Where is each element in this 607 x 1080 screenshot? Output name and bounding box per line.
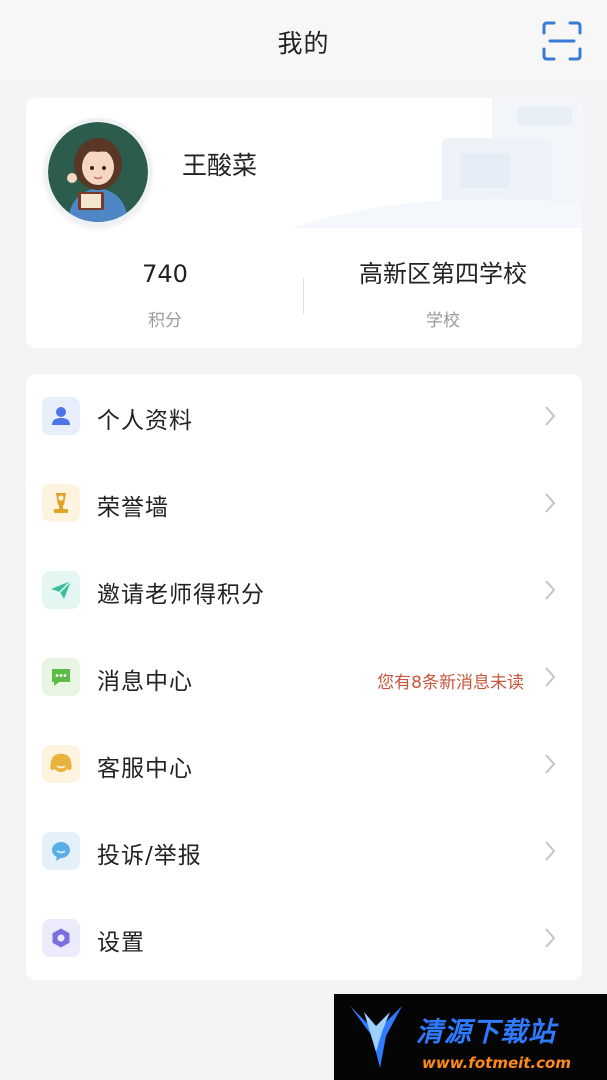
chat-bubble-icon	[42, 658, 80, 696]
headset-icon	[42, 745, 80, 783]
watermark-title: 清源下载站	[416, 1017, 556, 1048]
menu-item-label: 邀请老师得积分	[97, 582, 265, 608]
school-label: 学校	[426, 311, 460, 331]
menu-item-settings[interactable]: 设置	[26, 896, 582, 983]
menu-item-label: 设置	[97, 930, 145, 956]
menu-item-honor-wall[interactable]: 荣誉墙	[26, 461, 582, 548]
school-value: 高新区第四学校	[359, 260, 527, 288]
watermark-logo-icon	[350, 1006, 402, 1068]
chevron-right-icon	[545, 928, 556, 948]
menu-item-label: 个人资料	[97, 408, 193, 434]
menu-item-label: 消息中心	[97, 669, 193, 695]
menu-item-complaint-report[interactable]: 投诉/举报	[26, 809, 582, 896]
menu-list: 个人资料 荣誉墙 邀请老师得积分 消息中心 您有8条新消息未读 客服中心 投诉/…	[26, 374, 582, 980]
school-stat[interactable]: 高新区第四学校 学校	[304, 254, 582, 331]
chevron-right-icon	[545, 754, 556, 774]
avatar[interactable]	[44, 118, 152, 226]
chevron-right-icon	[545, 580, 556, 600]
card-background-illustration	[292, 98, 582, 228]
site-watermark: 清源下载站 www.fotmeit.com	[334, 994, 607, 1080]
chevron-right-icon	[545, 406, 556, 426]
person-icon	[42, 397, 80, 435]
chevron-right-icon	[545, 493, 556, 513]
user-name: 王酸菜	[182, 151, 258, 180]
top-bar: 我的	[0, 0, 607, 80]
speech-bubble-icon	[42, 832, 80, 870]
trophy-icon	[42, 484, 80, 522]
chevron-right-icon	[545, 667, 556, 687]
paper-plane-icon	[42, 571, 80, 609]
menu-item-message-center[interactable]: 消息中心 您有8条新消息未读	[26, 635, 582, 722]
chevron-right-icon	[545, 841, 556, 861]
page-title: 我的	[277, 29, 330, 58]
menu-item-label: 荣誉墙	[97, 495, 169, 521]
watermark-url: www.fotmeit.com	[422, 1054, 571, 1072]
menu-item-customer-service[interactable]: 客服中心	[26, 722, 582, 809]
unread-messages-notice: 您有8条新消息未读	[377, 673, 524, 693]
points-value: 740	[142, 260, 188, 288]
points-stat[interactable]: 740 积分	[26, 254, 304, 331]
points-label: 积分	[148, 311, 182, 331]
scan-icon[interactable]	[541, 20, 583, 62]
menu-item-label: 客服中心	[97, 756, 193, 782]
menu-item-profile[interactable]: 个人资料	[26, 374, 582, 461]
settings-hex-icon	[42, 919, 80, 957]
menu-item-invite-teacher[interactable]: 邀请老师得积分	[26, 548, 582, 635]
menu-item-label: 投诉/举报	[97, 843, 202, 869]
stats-row: 740 积分 高新区第四学校 学校	[26, 254, 582, 334]
profile-card: 王酸菜 740 积分 高新区第四学校 学校	[26, 98, 582, 348]
